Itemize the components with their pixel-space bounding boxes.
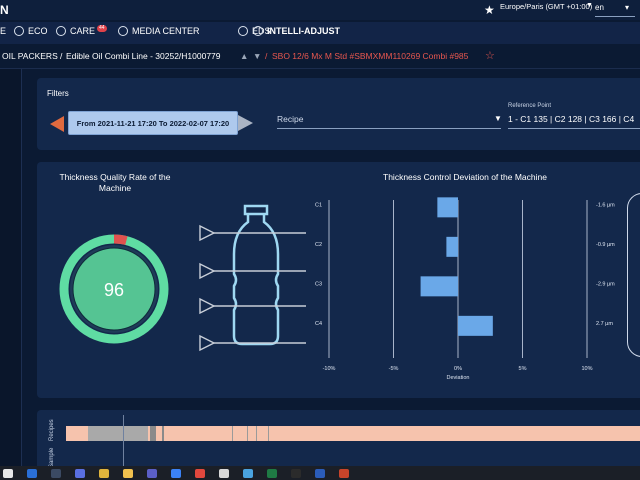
quality-rate-value: 96 — [103, 280, 125, 300]
x-tick-label: 5% — [519, 366, 527, 372]
deviation-bar — [446, 236, 458, 257]
next-machine-icon[interactable]: ▼ — [253, 51, 261, 61]
store-icon[interactable] — [171, 469, 181, 478]
breadcrumb-line[interactable]: Edible Oil Combi Line - 30252/H1000779 — [66, 51, 221, 61]
recipe-chevron-down-icon[interactable]: ▼ — [494, 114, 502, 123]
timeline-recipes-label: Recipes — [49, 419, 55, 441]
brand-logo-fragment[interactable]: N — [0, 3, 9, 17]
filters-title: Filters — [47, 89, 69, 98]
language-chevron-down-icon[interactable]: ▾ — [625, 3, 629, 12]
nav-label: MEDIA CENTER — [132, 26, 200, 36]
y-category-label: C1 — [315, 202, 322, 208]
sensor-probes — [199, 224, 306, 352]
eco-icon — [14, 26, 24, 36]
nav-item-intelli-adjust[interactable]: INTELLI-ADJUST — [253, 26, 340, 36]
bar-value-label: -1.6 µm — [596, 202, 615, 208]
timeline-segment[interactable] — [88, 426, 148, 441]
nav-item-eco[interactable]: ECO — [14, 26, 48, 36]
favorite-star-icon[interactable]: ☆ — [485, 49, 495, 62]
nav-item-e[interactable]: E — [0, 26, 6, 36]
word-icon[interactable] — [315, 469, 325, 478]
timeline-segment[interactable] — [232, 426, 233, 441]
date-range-picker[interactable]: From 2021-11-21 17:20 To 2022-02-07 17:2… — [68, 111, 238, 135]
care-badge: 44 — [97, 24, 107, 32]
timeline-cursor[interactable] — [123, 415, 124, 467]
taskview-icon[interactable] — [51, 469, 61, 478]
recipe-select[interactable]: Recipe — [277, 114, 501, 129]
x-tick-label: 0% — [454, 366, 462, 372]
next-period-arrow-icon[interactable] — [238, 115, 253, 131]
timeline-sample-label: Sample — [49, 447, 55, 468]
probe-c2-icon — [199, 262, 216, 280]
breadcrumb-customer[interactable]: OIL PACKERS — [2, 51, 58, 61]
excel-icon[interactable] — [267, 469, 277, 478]
nav-label: E — [0, 26, 7, 36]
favorite-star-icon[interactable]: ★ — [484, 3, 495, 17]
y-category-label: C3 — [315, 281, 322, 287]
nav-label: INTELLI-ADJUST — [267, 26, 340, 36]
timezone-select[interactable]: Europe/Paris (GMT +01:00) — [500, 2, 592, 11]
bottle-illustration — [199, 204, 306, 352]
teams-icon[interactable] — [147, 469, 157, 478]
nav-item-care[interactable]: CARE 44 — [56, 24, 107, 36]
chrome-icon[interactable] — [195, 469, 205, 478]
windows-icon[interactable] — [3, 469, 13, 478]
app-icon[interactable] — [219, 469, 229, 478]
scroll-handle[interactable] — [627, 193, 640, 357]
left-sidebar — [0, 69, 22, 480]
previous-period-arrow-icon[interactable] — [50, 116, 64, 132]
breadcrumb-machine[interactable]: SBO 12/6 Mx M Std #SBMXMM110269 Combi #9… — [272, 51, 468, 61]
intelli-adjust-icon — [253, 26, 263, 36]
app2-icon[interactable] — [243, 469, 253, 478]
bar-value-label: -0.9 µm — [596, 242, 615, 248]
reference-point-select[interactable]: 1 - C1 135 | C2 128 | C3 166 | C4 — [508, 114, 640, 129]
bar-value-label: 2.7 µm — [596, 321, 613, 327]
bar-value-label: -2.9 µm — [596, 281, 615, 287]
y-category-label: C2 — [315, 242, 322, 248]
recipe-timeline-bar[interactable] — [66, 426, 640, 441]
terminal-icon[interactable] — [291, 469, 301, 478]
nav-label: CARE — [70, 26, 96, 36]
breadcrumb-separator: / — [265, 51, 268, 61]
files-icon[interactable] — [75, 469, 85, 478]
x-tick-label: 10% — [581, 366, 592, 372]
nav-item-media-center[interactable]: MEDIA CENTER — [118, 26, 200, 36]
deviation-bar — [420, 276, 458, 297]
media-icon — [118, 26, 128, 36]
probe-c3-icon — [199, 297, 216, 315]
deviation-chart: -10% -5% 0% 5% 10% Deviation C1 -1.6 µm C2 -0.9 µ… — [315, 197, 615, 381]
care-icon — [56, 26, 66, 36]
probe-c1-icon — [199, 224, 216, 242]
timeline-segment[interactable] — [256, 426, 257, 441]
deviation-chart-title: Thickness Control Deviation of the Machi… — [383, 172, 547, 182]
timezone-chevron-down-icon[interactable]: ▼ — [586, 2, 593, 9]
previous-machine-icon[interactable]: ▲ — [240, 51, 248, 61]
quality-rate-title: Thickness Quality Rate of the Machine — [59, 172, 171, 193]
mail-icon[interactable] — [99, 469, 109, 478]
timeline-segment[interactable] — [247, 426, 248, 441]
x-tick-label: -5% — [389, 366, 399, 372]
breadcrumb-separator: / — [60, 51, 63, 61]
reference-point-label: Reference Point — [508, 103, 552, 109]
folder-icon[interactable] — [123, 469, 133, 478]
x-axis-label: Deviation — [447, 375, 470, 381]
search-icon[interactable] — [27, 469, 37, 478]
eds-icon — [238, 26, 248, 36]
timeline-segment[interactable] — [162, 426, 164, 441]
probe-c4-icon — [199, 334, 216, 352]
timeline-segment[interactable] — [150, 426, 156, 441]
nav-label: ECO — [28, 26, 48, 36]
bottle-icon — [232, 204, 280, 346]
deviation-bar — [458, 315, 493, 336]
y-category-label: C4 — [315, 321, 322, 327]
timeline-segment[interactable] — [268, 426, 269, 441]
x-tick-label: -10% — [323, 366, 336, 372]
powerpoint-icon[interactable] — [339, 469, 349, 478]
deviation-bar — [437, 197, 458, 218]
